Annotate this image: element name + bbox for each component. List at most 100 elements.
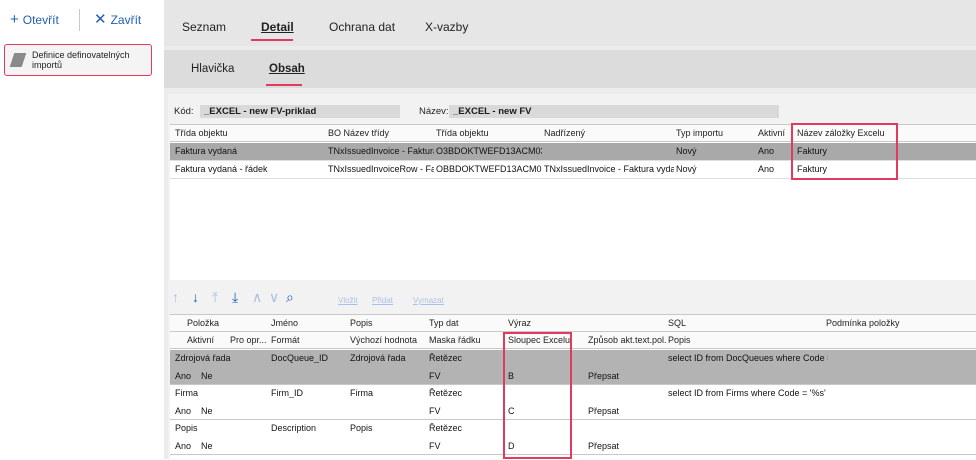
tab-obsah[interactable]: Obsah — [269, 63, 305, 75]
cell: C — [508, 406, 515, 416]
col-polozka[interactable]: Položka — [187, 318, 219, 328]
col-zpusob[interactable]: Způsob akt.text.pol. — [588, 335, 667, 345]
list-item[interactable]: Zdrojová řada DocQueue_ID Zdrojová řada … — [170, 350, 976, 385]
list-item[interactable]: Firma Firm_ID Firma Řetězec select ID fr… — [170, 385, 976, 420]
cell: Popis — [175, 423, 198, 433]
close-button[interactable]: ✕ Zavřít — [94, 12, 141, 27]
col-bo-nazev-tridy[interactable]: BO Název třídy — [328, 128, 389, 138]
chevron-up-icon[interactable]: ∧ — [252, 290, 262, 304]
cell: D — [508, 441, 515, 451]
cell: Faktura vydaná — [175, 146, 238, 156]
vymazat-button[interactable]: Vymazat — [413, 296, 444, 305]
table-row[interactable]: Faktura vydaná - řádek TNxIssuedInvoiceR… — [170, 161, 976, 179]
objects-grid-header: Třída objektu BO Název třídy Třída objek… — [170, 125, 976, 142]
cell: Řetězec — [429, 388, 463, 398]
cell: FV — [429, 371, 441, 381]
cell: Firma — [175, 388, 198, 398]
col-sloupec-excelu[interactable]: Sloupec Excelu — [508, 335, 570, 345]
cell: Firma — [350, 388, 373, 398]
tab-ochrana-dat[interactable]: Ochrana dat — [329, 20, 395, 34]
cell: Zdrojová řada — [350, 353, 406, 363]
document-icon — [9, 53, 27, 67]
tab-obsah-underline — [266, 84, 302, 86]
arrow-up-icon[interactable]: ↑ — [172, 290, 179, 304]
cell: Ano — [175, 406, 192, 416]
table-row[interactable]: Faktura vydaná TNxIssuedInvoice - Faktur… — [170, 143, 976, 161]
items-grid: « Položka Jméno Popis Typ dat Výraz SQL … — [170, 314, 976, 460]
cell: select ID from DocQueues where Code = — [668, 353, 828, 363]
tab-hlavicka[interactable]: Hlavička — [191, 63, 234, 75]
cell: Faktura vydaná - řádek — [175, 164, 268, 174]
tab-seznam[interactable]: Seznam — [182, 20, 226, 34]
col-jmeno[interactable]: Jméno — [271, 318, 298, 328]
col-typ-importu[interactable]: Typ importu — [676, 128, 723, 138]
col-aktivni[interactable]: Aktivní — [187, 335, 214, 345]
cell: Zdrojová řada — [175, 353, 231, 363]
col-podminka[interactable]: Podmínka položky — [826, 318, 900, 328]
col-nazev-zalozky[interactable]: Název záložky Excelu — [797, 128, 885, 138]
col-trida-objektu[interactable]: Třída objektu — [175, 128, 228, 138]
cell: Přepsat — [588, 441, 620, 451]
cell: TNxIssuedInvoice - Faktura vydai — [544, 164, 674, 174]
cell: select ID from Firms where Code = '%s' a — [668, 388, 828, 398]
pridat-button[interactable]: Přidat — [372, 296, 393, 305]
col-vyraz[interactable]: Výraz — [508, 318, 531, 328]
nazev-field[interactable]: _EXCEL - new FV — [449, 105, 779, 118]
objects-grid: Třída objektu BO Název třídy Třída objek… — [170, 124, 976, 280]
open-label: Otevřít — [22, 12, 59, 27]
col-maska-radku[interactable]: Maska řádku — [429, 335, 481, 345]
cell: Ano — [758, 146, 775, 156]
tab-detail[interactable]: Detail — [261, 20, 294, 34]
kod-label: Kód: — [174, 106, 194, 117]
items-header-row-1: Položka Jméno Popis Typ dat Výraz SQL Po… — [170, 315, 976, 332]
cell: Ne — [201, 406, 213, 416]
col-pro-opr[interactable]: Pro opr... — [230, 335, 267, 345]
search-icon[interactable]: ⌕ — [286, 290, 294, 304]
kod-field[interactable]: _EXCEL - new FV-priklad — [200, 105, 400, 118]
list-item[interactable]: Popis Description Popis Řetězec Ano Ne F… — [170, 420, 976, 455]
vlozit-button[interactable]: Vložit — [338, 296, 358, 305]
cell: Ano — [758, 164, 775, 174]
col-format[interactable]: Formát — [271, 335, 300, 345]
cell: Faktury — [797, 164, 828, 174]
col-aktivni[interactable]: Aktivní — [758, 128, 785, 138]
cell: FV — [429, 441, 441, 451]
cell: OBBDOKTWEFD13ACM03KI — [436, 164, 542, 174]
cell: Nový — [676, 164, 697, 174]
cell: B — [508, 371, 515, 381]
items-header-row-2: Aktivní Pro opr... Formát Výchozí hodnot… — [170, 332, 976, 349]
open-button[interactable]: + Otevřít — [10, 12, 59, 27]
col-popis-2[interactable]: Popis — [668, 335, 691, 345]
plus-icon: + — [10, 11, 19, 28]
tab-detail-underline — [251, 39, 293, 41]
col-sql[interactable]: SQL — [668, 318, 686, 328]
chevron-down-icon[interactable]: ∨ — [269, 290, 279, 304]
nazev-label: Název: — [419, 106, 449, 117]
col-typ-dat[interactable]: Typ dat — [429, 318, 459, 328]
cell: Přepsat — [588, 406, 620, 416]
cell: Řetězec — [429, 423, 463, 433]
close-label: Zavřít — [110, 12, 142, 27]
cell: DocQueue_ID — [271, 353, 329, 363]
arrow-down-icon[interactable]: ↓ — [192, 290, 199, 304]
cell: Faktury — [797, 146, 828, 156]
left-list-item[interactable]: Definice definovatelných importů — [4, 44, 152, 76]
cell: Popis — [350, 423, 373, 433]
cell: TNxIssuedInvoice - Faktura — [328, 146, 434, 156]
arrow-bottom-icon[interactable]: ⤓ — [232, 290, 238, 304]
col-popis[interactable]: Popis — [350, 318, 373, 328]
tab-x-vazby[interactable]: X-vazby — [425, 20, 468, 34]
toolbar-divider — [79, 9, 80, 31]
cell: Ne — [201, 441, 213, 451]
cell: TNxIssuedInvoiceRow - Fakt — [328, 164, 434, 174]
arrow-top-icon[interactable]: ⤒ — [212, 290, 218, 304]
col-nadrizeny[interactable]: Nadřízený — [544, 128, 585, 138]
cell: Řetězec — [429, 353, 463, 363]
left-list-item-label: Definice definovatelných importů — [32, 50, 130, 70]
col-vychozi-hodnota[interactable]: Výchozí hodnota — [350, 335, 417, 345]
cell: O3BDOKTWEFD13ACM03KI — [436, 146, 542, 156]
col-trida-objektu-2[interactable]: Třída objektu — [436, 128, 489, 138]
close-x-icon: ✕ — [94, 11, 107, 28]
cell: Firm_ID — [271, 388, 303, 398]
cell: Description — [271, 423, 317, 433]
